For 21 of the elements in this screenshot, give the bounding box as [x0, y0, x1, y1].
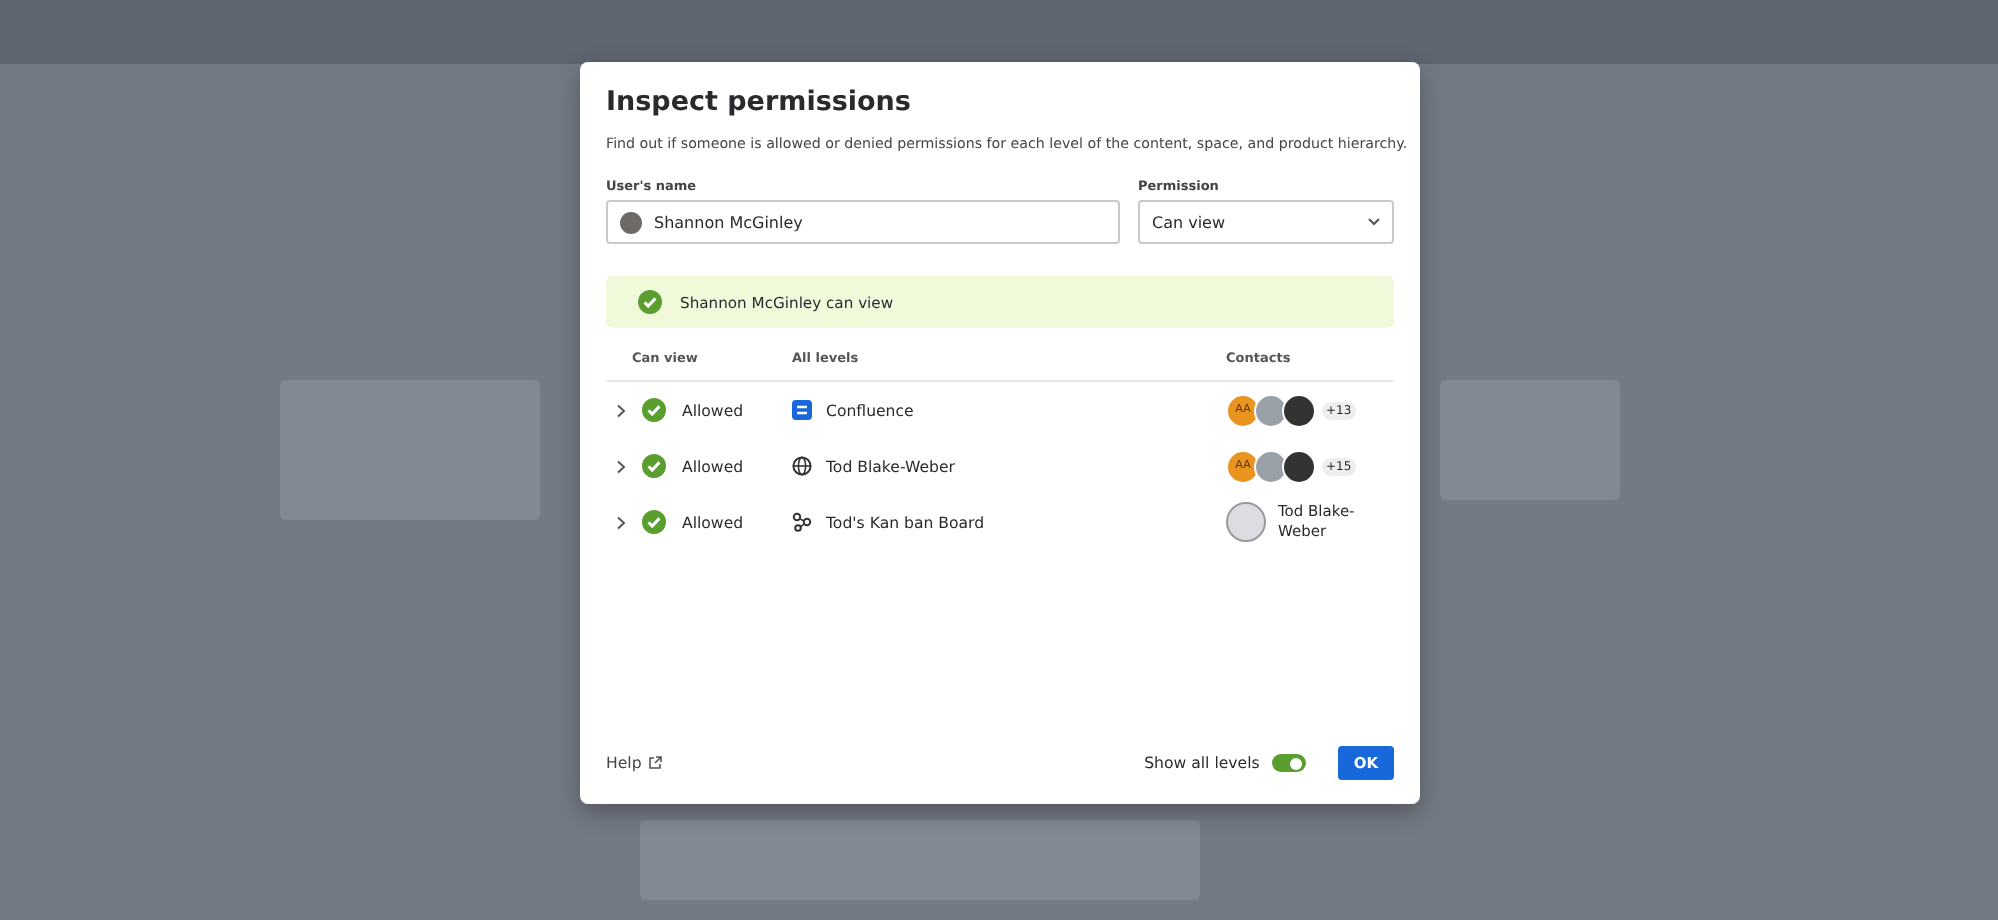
chevron-icon[interactable]	[616, 403, 626, 417]
app-logo-icon	[792, 400, 812, 420]
external-link-icon	[647, 756, 662, 770]
chevron-down-icon	[1368, 218, 1380, 226]
chevron-icon[interactable]	[616, 459, 626, 473]
check-circle-icon	[642, 510, 666, 534]
check-circle-icon	[638, 290, 662, 314]
chevron-icon[interactable]	[616, 515, 626, 529]
user-name-field[interactable]: Shannon McGinley	[606, 200, 1120, 244]
check-circle-icon	[642, 454, 666, 478]
permission-dropdown[interactable]: Can view	[1138, 200, 1394, 244]
nodes-icon	[792, 512, 812, 532]
check-circle-icon	[642, 398, 666, 422]
user-avatar	[1282, 449, 1316, 483]
globe-icon	[792, 456, 812, 476]
user-avatar	[1282, 393, 1316, 427]
user-avatar	[1254, 393, 1288, 427]
user-avatar	[1226, 502, 1266, 542]
user-avatar	[1254, 449, 1288, 483]
dialog-title: Inspect permissions	[606, 86, 913, 118]
show-levels-toggle[interactable]	[1271, 754, 1306, 772]
